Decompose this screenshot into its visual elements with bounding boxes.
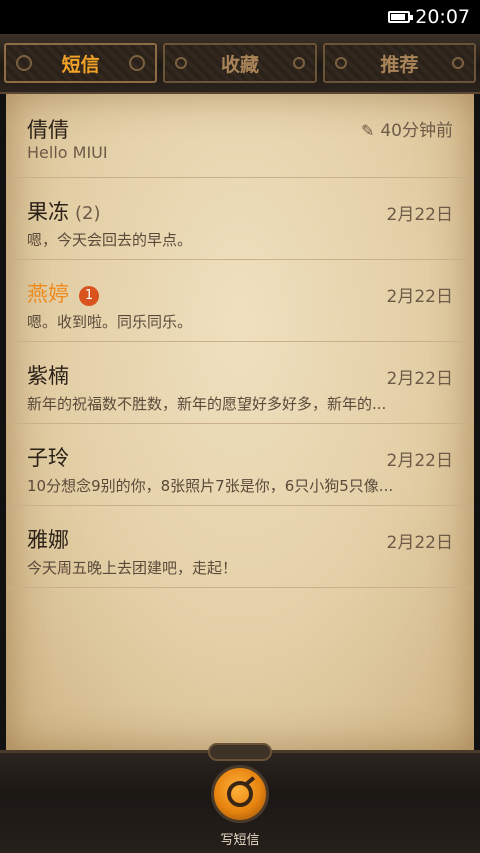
compose-button[interactable] [211,765,269,823]
conversation-item[interactable]: 燕婷 1 2月22日 嗯。收到啦。同乐同乐。 [6,260,474,342]
conversation-date: 2月22日 [386,533,453,553]
conversation-date: 2月22日 [386,369,453,389]
ornament-icon [208,743,272,761]
unread-badge: 1 [79,286,99,306]
conversation-item[interactable]: 倩倩 ✎ 40分钟前 Hello MIUI [6,94,474,178]
tab-favorites[interactable]: 收藏 [163,43,317,83]
tab-recommended[interactable]: 推荐 [322,43,476,83]
ornament-icon [334,57,347,69]
conversation-date: ✎ 40分钟前 [361,116,453,141]
tab-label: 收藏 [220,53,259,76]
ornament-icon [451,57,464,69]
date-text: 40分钟前 [380,121,453,141]
status-bar: 20:07 [0,0,480,34]
message-preview: 10分想念9别的你，8张照片7张是你，6只小狗5只像... [27,477,394,495]
compose-label: 写短信 [220,833,260,848]
conversation-date: 2月22日 [386,451,453,471]
status-time: 20:07 [415,6,470,28]
conversation-item[interactable]: 紫楠 2月22日 新年的祝福数不胜数，新年的愿望好多好多，新年的... [6,342,474,424]
tab-label: 短信 [61,53,100,76]
tab-bar: 短信 收藏 推荐 [0,34,480,94]
message-preview: Hello MIUI [27,143,108,162]
conversation-list[interactable]: 倩倩 ✎ 40分钟前 Hello MIUI 果冻 (2) 2月22日 嗯，今天会回去… [6,94,474,750]
compose-icon [227,781,253,807]
contact-name: 子玲 [27,446,69,470]
message-count: (2) [75,203,101,224]
message-preview: 今天周五晚上去团建吧，走起！ [27,559,238,577]
contact-name: 倩倩 [27,118,69,142]
contact-name: 燕婷 1 [27,278,99,308]
battery-icon [388,11,414,23]
ornament-icon [175,57,188,69]
conversation-date: 2月22日 [386,287,453,307]
conversation-date: 2月22日 [386,205,453,225]
tab-label: 推荐 [380,53,419,76]
conversation-item[interactable]: 雅娜 2月22日 今天周五晚上去团建吧，走起！ [6,506,474,588]
ornament-icon [292,57,305,69]
conversation-item[interactable]: 果冻 (2) 2月22日 嗯，今天会回去的早点。 [6,178,474,260]
message-preview: 嗯，今天会回去的早点。 [27,231,193,249]
conversation-item[interactable]: 子玲 2月22日 10分想念9别的你，8张照片7张是你，6只小狗5只像... [6,424,474,506]
bottom-bar: 写短信 [0,743,480,853]
contact-name-text: 燕婷 [27,282,69,306]
tab-messages[interactable]: 短信 [4,43,158,83]
contact-name: 紫楠 [27,364,69,388]
contact-name-text: 果冻 [27,200,69,224]
draft-pencil-icon: ✎ [360,121,375,140]
contact-name: 果冻 (2) [27,196,101,226]
ornament-icon [16,55,32,71]
contact-name: 雅娜 [27,528,69,552]
ornament-icon [129,55,146,71]
message-preview: 嗯。收到啦。同乐同乐。 [27,313,193,331]
message-preview: 新年的祝福数不胜数，新年的愿望好多好多，新年的... [27,395,387,413]
